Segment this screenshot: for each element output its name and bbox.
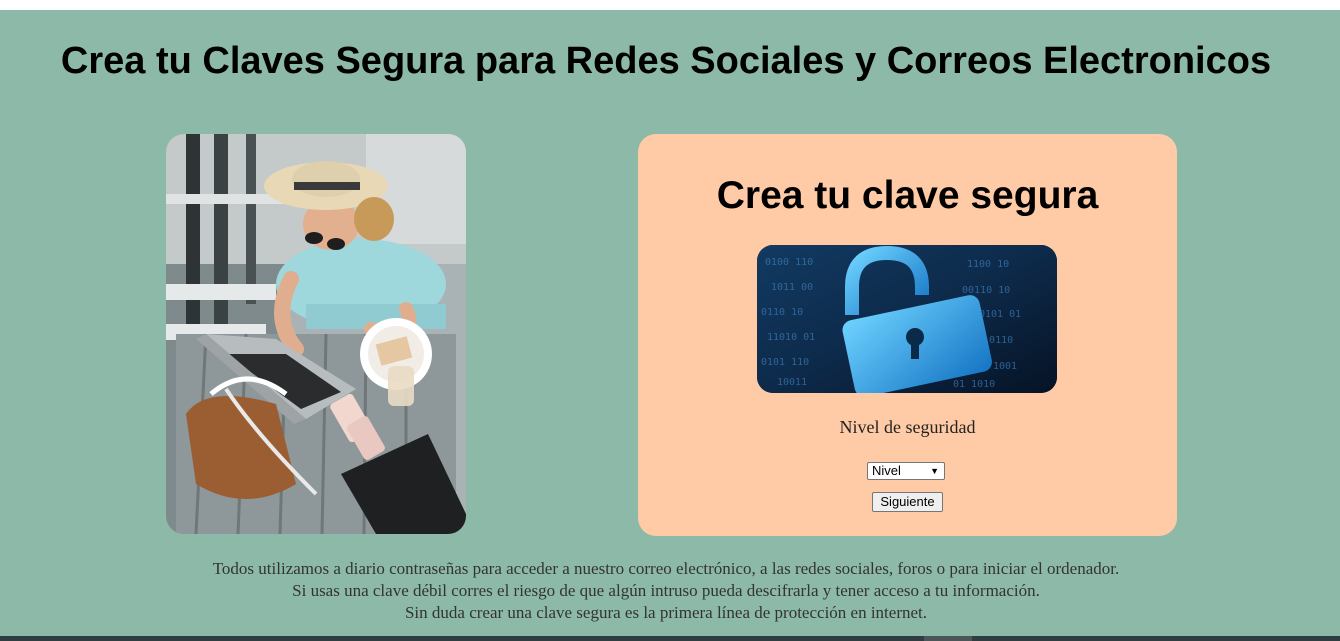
description-line: Sin duda crear una clave segura es la pr… xyxy=(404,603,928,622)
svg-text:00110 10: 00110 10 xyxy=(962,285,1010,296)
photo-illustration xyxy=(166,134,466,534)
svg-text:0101 110: 0101 110 xyxy=(761,357,809,368)
svg-text:0100 110: 0100 110 xyxy=(765,257,813,268)
next-button[interactable]: Siguiente xyxy=(872,492,943,512)
page-title: Crea tu Claves Segura para Redes Sociale… xyxy=(60,40,1272,82)
security-level-label: Nivel de seguridad xyxy=(839,417,976,437)
padlock-icon: 0100 110 1011 00 0110 10 11010 01 0101 1… xyxy=(757,245,1057,393)
svg-text:1001: 1001 xyxy=(993,361,1017,372)
svg-text:1100 10: 1100 10 xyxy=(967,259,1009,270)
description-line: Todos utilizamos a diario contraseñas pa… xyxy=(212,559,1120,578)
description-text: Todos utilizamos a diario contraseñas pa… xyxy=(0,558,1332,624)
svg-text:0101 01: 0101 01 xyxy=(979,309,1021,320)
chevron-down-icon: ▼ xyxy=(930,466,939,476)
svg-text:01 1010: 01 1010 xyxy=(953,379,995,390)
password-card: Crea tu clave segura 0100 110 1011 00 01… xyxy=(638,134,1177,536)
woman-with-laptop-photo xyxy=(166,134,466,534)
svg-text:0110 10: 0110 10 xyxy=(761,307,803,318)
svg-text:11010 01: 11010 01 xyxy=(767,332,815,343)
select-value: Nivel xyxy=(872,463,901,478)
page-background: Crea tu Claves Segura para Redes Sociale… xyxy=(0,10,1340,636)
description-line: Si usas una clave débil corres el riesgo… xyxy=(292,581,1040,600)
card-title: Crea tu clave segura xyxy=(716,174,1099,217)
svg-text:10011: 10011 xyxy=(777,377,807,388)
padlock-binary-image: 0100 110 1011 00 0110 10 11010 01 0101 1… xyxy=(757,245,1057,393)
security-level-select[interactable]: Nivel ▼ xyxy=(867,462,945,480)
horizontal-scrollbar[interactable] xyxy=(0,636,1340,641)
svg-text:1011 00: 1011 00 xyxy=(771,282,813,293)
scrollbar-thumb[interactable] xyxy=(924,636,972,641)
